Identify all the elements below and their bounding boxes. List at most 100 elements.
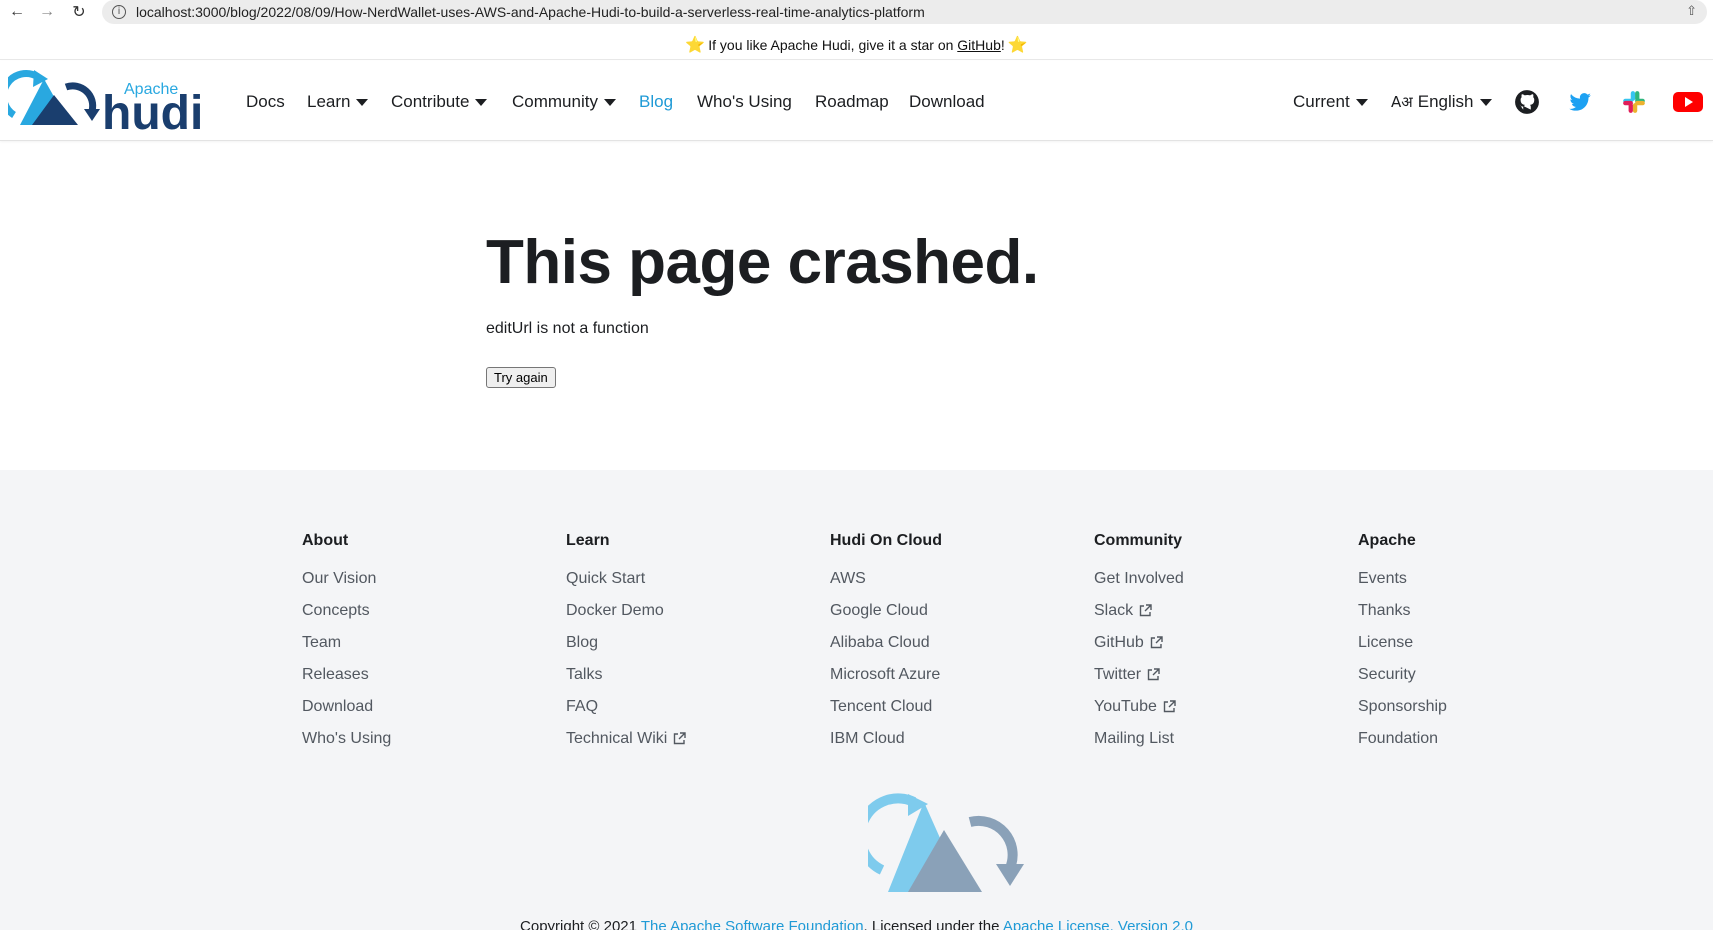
external-link-icon xyxy=(674,732,687,745)
footer-link-thanks[interactable]: Thanks xyxy=(1358,601,1447,633)
footer-link-google-cloud[interactable]: Google Cloud xyxy=(830,601,942,633)
nav-blog[interactable]: Blog xyxy=(639,92,673,112)
footer-hudi-logo xyxy=(868,793,1024,892)
footer-link-microsoft-azure[interactable]: Microsoft Azure xyxy=(830,665,942,697)
address-bar[interactable]: i localhost:3000/blog/2022/08/09/How-Ner… xyxy=(102,0,1707,24)
site-footer: About Our Vision Concepts Team Releases … xyxy=(0,470,1713,930)
footer-link-whos-using[interactable]: Who's Using xyxy=(302,729,391,761)
footer-link-team[interactable]: Team xyxy=(302,633,391,665)
reload-icon[interactable]: ↻ xyxy=(64,0,94,24)
footer-link-slack[interactable]: Slack xyxy=(1094,601,1184,633)
language-dropdown[interactable]: Aअ English xyxy=(1391,92,1492,112)
footer-link-alibaba-cloud[interactable]: Alibaba Cloud xyxy=(830,633,942,665)
footer-column-title: Community xyxy=(1094,532,1182,549)
footer-column-learn: Learn Quick Start Docker Demo Blog Talks… xyxy=(566,532,687,761)
caret-down-icon xyxy=(475,98,488,106)
external-link-icon xyxy=(1147,668,1160,681)
copyright-text: Copyright © 2021 The Apache Software Fou… xyxy=(0,918,1713,930)
footer-link-security[interactable]: Security xyxy=(1358,665,1447,697)
github-icon[interactable] xyxy=(1514,89,1540,115)
footer-link-our-vision[interactable]: Our Vision xyxy=(302,569,391,601)
hudi-logo[interactable]: Apache hudi xyxy=(8,67,212,137)
forward-icon[interactable]: → xyxy=(32,0,62,24)
twitter-icon[interactable] xyxy=(1567,89,1593,115)
footer-link-releases[interactable]: Releases xyxy=(302,665,391,697)
footer-link-twitter[interactable]: Twitter xyxy=(1094,665,1184,697)
browser-toolbar: ← → ↻ i localhost:3000/blog/2022/08/09/H… xyxy=(0,0,1713,25)
nav-contribute[interactable]: Contribute xyxy=(391,92,488,112)
logo-hudi-text: hudi xyxy=(102,87,203,137)
external-link-icon xyxy=(1163,700,1176,713)
footer-link-youtube[interactable]: YouTube xyxy=(1094,697,1184,729)
footer-column-title: Apache xyxy=(1358,532,1416,549)
star-icon: ⭐ xyxy=(685,36,706,54)
try-again-button[interactable]: Try again xyxy=(486,367,556,388)
nav-roadmap-label: Roadmap xyxy=(815,92,889,111)
footer-link-download[interactable]: Download xyxy=(302,697,391,729)
footer-column-community: Community Get Involved Slack GitHub Twit… xyxy=(1094,532,1184,761)
footer-column-title: About xyxy=(302,532,349,549)
footer-link-blog[interactable]: Blog xyxy=(566,633,686,665)
nav-roadmap[interactable]: Roadmap xyxy=(815,92,889,112)
site-navbar: Apache hudi Docs Learn Contribute Commun… xyxy=(0,61,1713,141)
footer-link-label: Technical Wiki xyxy=(566,730,668,747)
nav-docs[interactable]: Docs xyxy=(246,92,285,112)
slack-icon[interactable] xyxy=(1621,89,1647,115)
back-icon[interactable]: ← xyxy=(2,0,32,24)
footer-column-title: Learn xyxy=(566,532,610,549)
nav-blog-label: Blog xyxy=(639,92,674,111)
footer-link-talks[interactable]: Talks xyxy=(566,665,686,697)
caret-down-icon xyxy=(603,98,616,106)
nav-download[interactable]: Download xyxy=(909,92,985,112)
footer-link-tencent-cloud[interactable]: Tencent Cloud xyxy=(830,697,942,729)
footer-link-foundation[interactable]: Foundation xyxy=(1358,729,1447,761)
nav-whos-using-label: Who's Using xyxy=(697,92,792,111)
footer-link-label: GitHub xyxy=(1094,634,1144,651)
footer-link-aws[interactable]: AWS xyxy=(830,569,942,601)
announcement-bar: ⭐ If you like Apache Hudi, give it a sta… xyxy=(0,30,1713,60)
footer-link-faq[interactable]: FAQ xyxy=(566,697,686,729)
external-link-icon xyxy=(1150,636,1163,649)
copyright-mid: , Licensed under the xyxy=(863,918,1003,930)
footer-column-hudi-on-cloud: Hudi On Cloud AWS Google Cloud Alibaba C… xyxy=(830,532,942,761)
nav-learn[interactable]: Learn xyxy=(307,92,369,112)
footer-link-github[interactable]: GitHub xyxy=(1094,633,1184,665)
language-label: English xyxy=(1417,92,1474,111)
url-text: localhost:3000/blog/2022/08/09/How-NerdW… xyxy=(136,4,925,20)
nav-community[interactable]: Community xyxy=(512,92,616,112)
nav-contribute-label: Contribute xyxy=(391,92,470,111)
footer-link-docker-demo[interactable]: Docker Demo xyxy=(566,601,686,633)
footer-link-mailing-list[interactable]: Mailing List xyxy=(1094,729,1184,761)
footer-link-concepts[interactable]: Concepts xyxy=(302,601,391,633)
youtube-icon[interactable] xyxy=(1673,89,1703,115)
star-icon: ⭐ xyxy=(1007,36,1028,54)
caret-down-icon xyxy=(1355,98,1368,106)
footer-link-license[interactable]: License xyxy=(1358,633,1447,665)
footer-link-events[interactable]: Events xyxy=(1358,569,1447,601)
footer-link-get-involved[interactable]: Get Involved xyxy=(1094,569,1184,601)
nav-community-label: Community xyxy=(512,92,598,111)
footer-link-quick-start[interactable]: Quick Start xyxy=(566,569,686,601)
external-link-icon xyxy=(1139,604,1152,617)
apache-license-link[interactable]: Apache License, Version 2.0 xyxy=(1003,918,1193,930)
page-title: This page crashed. xyxy=(486,228,1039,297)
footer-link-ibm-cloud[interactable]: IBM Cloud xyxy=(830,729,942,761)
footer-column-title: Hudi On Cloud xyxy=(830,532,942,549)
footer-link-label: Slack xyxy=(1094,602,1134,619)
nav-download-label: Download xyxy=(909,92,985,111)
apache-foundation-link[interactable]: The Apache Software Foundation xyxy=(641,918,864,930)
copyright-prefix: Copyright © 2021 xyxy=(520,918,641,930)
nav-whos-using[interactable]: Who's Using xyxy=(697,92,792,112)
announcement-github-link[interactable]: GitHub xyxy=(957,37,1001,53)
footer-link-technical-wiki[interactable]: Technical Wiki xyxy=(566,729,687,761)
footer-link-sponsorship[interactable]: Sponsorship xyxy=(1358,697,1447,729)
version-dropdown[interactable]: Current xyxy=(1293,92,1368,112)
footer-link-label: Twitter xyxy=(1094,666,1142,683)
footer-link-label: YouTube xyxy=(1094,698,1157,715)
version-label: Current xyxy=(1293,92,1350,111)
site-info-icon[interactable]: i xyxy=(112,5,126,19)
translate-icon: Aअ xyxy=(1391,93,1413,111)
caret-down-icon xyxy=(356,98,369,106)
footer-column-apache: Apache Events Thanks License Security Sp… xyxy=(1358,532,1447,761)
share-icon[interactable]: ⇧ xyxy=(1686,3,1697,19)
